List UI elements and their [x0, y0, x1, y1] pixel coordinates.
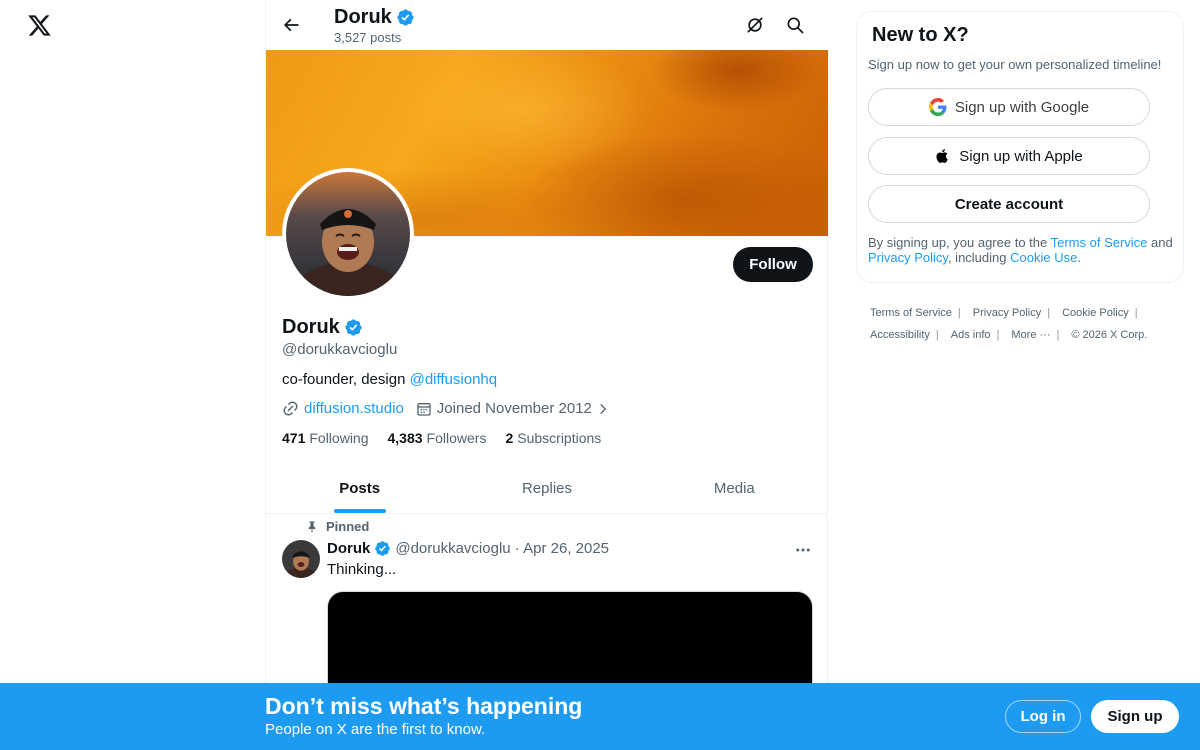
terms-link[interactable]: Terms of Service — [1051, 235, 1148, 250]
more-horizontal-icon — [796, 548, 810, 552]
verified-badge-icon[interactable] — [344, 318, 363, 337]
grok-icon — [747, 17, 763, 33]
footer-separator: | — [1047, 307, 1051, 319]
following-stat[interactable]: 471 Following — [282, 430, 369, 446]
post-author-name[interactable]: Doruk — [327, 540, 370, 557]
legal-text-prefix: By signing up, you agree to the — [868, 235, 1051, 250]
search-icon — [787, 17, 804, 34]
footer-cookie-link[interactable]: Cookie Policy — [1062, 307, 1129, 319]
footer-separator: | — [1134, 307, 1138, 319]
sign-up-google-button[interactable]: Sign up with Google — [868, 88, 1150, 126]
footer-more-button[interactable]: More ··· — [1011, 329, 1050, 341]
google-icon — [928, 98, 947, 116]
tab-replies-label: Replies — [521, 479, 572, 497]
active-tab-indicator — [333, 509, 386, 513]
follow-button[interactable]: Follow — [733, 247, 813, 282]
privacy-link[interactable]: Privacy Policy — [868, 250, 948, 265]
sign-up-apple-button[interactable]: Sign up with Apple — [868, 137, 1150, 175]
back-button[interactable] — [276, 10, 306, 40]
x-logo-icon[interactable] — [27, 13, 52, 38]
profile-header-bar: Doruk 3,527 posts — [266, 0, 828, 50]
header-posts-count: 3,527 posts — [334, 30, 402, 45]
profile-name-text: Doruk — [282, 316, 340, 338]
bio-mention-link[interactable]: @diffusionhq — [410, 371, 498, 388]
footer-links: Terms of Service | Privacy Policy | Cookie P… — [870, 302, 1170, 346]
tab-media-label: Media — [713, 479, 755, 497]
joined-date: Joined November 2012 — [436, 400, 592, 417]
profile-name: Doruk — [282, 316, 363, 339]
followers-stat[interactable]: 4,383 Followers — [388, 430, 487, 446]
footer-separator: | — [935, 329, 939, 341]
subscriptions-stat[interactable]: 2 Subscriptions — [505, 430, 601, 446]
create-account-button[interactable]: Create account — [868, 185, 1150, 223]
post-header: Doruk @dorukkavcioglu · Apr 26, 2025 — [327, 540, 609, 557]
pin-icon — [308, 521, 316, 533]
footer-separator: | — [957, 307, 961, 319]
header-name-text: Doruk — [334, 6, 392, 28]
post-text: Thinking... — [327, 561, 397, 578]
profile-handle: @dorukkavcioglu — [282, 341, 398, 358]
footer-ads-link[interactable]: Ads info — [951, 329, 991, 341]
signup-card-subtitle: Sign up now to get your own personalized… — [868, 57, 1162, 72]
avatar-photo — [282, 540, 320, 578]
apple-button-label: Sign up with Apple — [959, 147, 1083, 165]
bio-text: co-founder, design — [282, 371, 410, 388]
tab-posts[interactable]: Posts — [266, 463, 453, 513]
sign-up-button[interactable]: Sign up — [1091, 700, 1179, 733]
link-icon — [283, 401, 298, 416]
arrow-left-icon — [283, 18, 299, 32]
grok-button[interactable] — [742, 12, 768, 38]
footer-copyright: © 2026 X Corp. — [1071, 329, 1148, 341]
profile-column: Doruk 3,527 posts Follow Doruk @dorukkav… — [265, 0, 828, 750]
cookie-use-link[interactable]: Cookie Use — [1010, 250, 1077, 265]
tab-posts-label: Posts — [339, 479, 381, 497]
tab-replies[interactable]: Replies — [453, 463, 640, 513]
signup-legal-text: By signing up, you agree to the Terms of… — [868, 235, 1178, 265]
signup-banner-title: Don’t miss what’s happening — [265, 693, 583, 719]
chevron-right-icon[interactable] — [596, 402, 610, 416]
verified-badge-icon — [375, 541, 391, 556]
pinned-label: Pinned — [326, 519, 370, 534]
footer-accessibility-link[interactable]: Accessibility — [870, 329, 930, 341]
footer-privacy-link[interactable]: Privacy Policy — [973, 307, 1041, 319]
legal-text-and: and — [1147, 235, 1173, 250]
pinned-indicator: Pinned — [306, 519, 369, 534]
verified-badge-icon — [397, 9, 414, 26]
followers-count: 4,383 — [387, 430, 423, 446]
apple-icon — [936, 149, 949, 163]
following-label: Following — [309, 430, 369, 446]
footer-separator: | — [996, 329, 1000, 341]
footer-separator: | — [1056, 329, 1060, 341]
signup-card: New to X? Sign up now to get your own pe… — [856, 11, 1184, 283]
followers-label: Followers — [426, 430, 487, 446]
post-more-button[interactable] — [791, 538, 815, 562]
following-count: 471 — [282, 430, 306, 446]
header-name: Doruk — [334, 6, 415, 29]
log-in-button[interactable]: Log in — [1005, 700, 1081, 733]
subscriptions-count: 2 — [505, 430, 514, 446]
signup-banner-subtitle: People on X are the first to know. — [265, 721, 486, 738]
signup-banner: Don’t miss what’s happening People on X … — [0, 683, 1200, 750]
post-author-avatar[interactable] — [282, 540, 320, 578]
calendar-icon — [417, 402, 431, 416]
legal-text-including: , including — [947, 250, 1011, 265]
google-button-label: Sign up with Google — [954, 98, 1090, 116]
profile-tabs: Posts Replies Media — [266, 463, 828, 514]
footer-terms-link[interactable]: Terms of Service — [870, 307, 952, 319]
website-link[interactable]: diffusion.studio — [304, 400, 404, 417]
post-handle-date[interactable]: @dorukkavcioglu · Apr 26, 2025 — [395, 540, 609, 557]
profile-stats: 471 Following 4,383 Followers 2 Subscriptio… — [282, 430, 601, 446]
profile-bio: co-founder, design @diffusionhq — [282, 371, 497, 388]
search-button[interactable] — [782, 12, 808, 38]
avatar-photo — [286, 172, 410, 296]
profile-avatar[interactable] — [282, 168, 414, 300]
tab-media[interactable]: Media — [641, 463, 828, 513]
profile-meta: diffusion.studio Joined November 2012 — [282, 400, 610, 417]
signup-card-title: New to X? — [872, 24, 969, 46]
subscriptions-label: Subscriptions — [517, 430, 602, 446]
legal-text-end: . — [1077, 250, 1081, 265]
